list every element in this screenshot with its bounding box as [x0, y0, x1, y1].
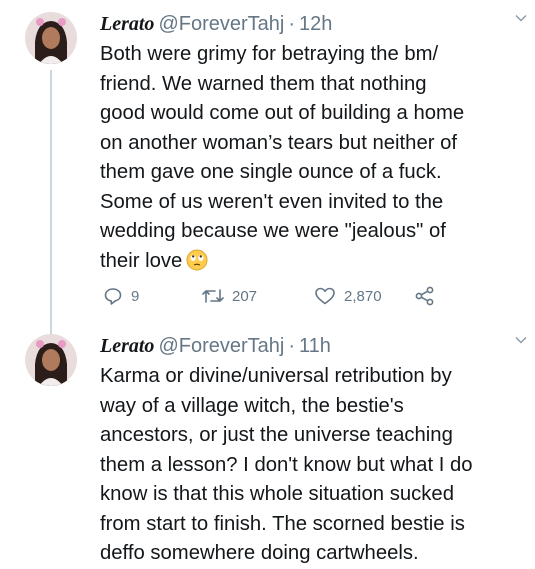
tweet-body: Lerato @ForeverTahj · 11h Karma or divine/u…	[100, 330, 520, 569]
tweet[interactable]: Lerato @ForeverTahj · 11h Karma or divine/u…	[0, 322, 535, 569]
tweet-header: Lerato @ForeverTahj · 11h	[100, 330, 520, 362]
retweet-icon	[202, 289, 224, 303]
tweet[interactable]: Lerato @ForeverTahj · 12h Both were grimy f…	[0, 0, 535, 338]
timestamp[interactable]: 12h	[299, 13, 332, 35]
tweet-text: Karma or divine/universal retribution by…	[100, 365, 473, 564]
tweet-body: Lerato @ForeverTahj · 12h Both were grimy f…	[100, 8, 520, 276]
chevron-down-icon[interactable]	[513, 332, 529, 348]
display-name[interactable]: Lerato	[100, 335, 154, 357]
tweet-text: Both were grimy for betraying the bm/ fr…	[100, 40, 520, 276]
reply-icon	[104, 288, 122, 305]
share-button[interactable]	[414, 285, 444, 307]
like-button[interactable]: 2,870	[314, 285, 382, 307]
face-with-rolling-eyes-icon	[186, 249, 208, 270]
reply-count: 9	[131, 287, 140, 305]
tweet-header: Lerato @ForeverTahj · 12h	[100, 8, 520, 40]
handle[interactable]: @ForeverTahj	[158, 13, 284, 35]
thread-line	[50, 322, 52, 332]
tweet-text-content: Both were grimy for betraying the bm/ fr…	[100, 43, 465, 272]
share-icon	[415, 286, 434, 306]
timestamp[interactable]: 11h	[299, 335, 331, 357]
chevron-down-icon[interactable]	[513, 10, 529, 26]
avatar[interactable]	[25, 12, 77, 64]
heart-icon	[315, 287, 335, 305]
reply-button[interactable]: 9	[103, 285, 139, 307]
tweet-actions: 9 207 2,870	[100, 285, 480, 307]
retweet-count: 207	[232, 287, 258, 305]
avatar[interactable]	[25, 334, 77, 386]
handle[interactable]: @ForeverTahj	[158, 335, 284, 357]
separator: ·	[288, 13, 296, 35]
retweet-button[interactable]: 207	[202, 285, 257, 307]
thread-line	[50, 70, 52, 338]
like-count: 2,870	[344, 287, 382, 305]
display-name[interactable]: Lerato	[100, 13, 154, 35]
separator: ·	[288, 335, 296, 357]
